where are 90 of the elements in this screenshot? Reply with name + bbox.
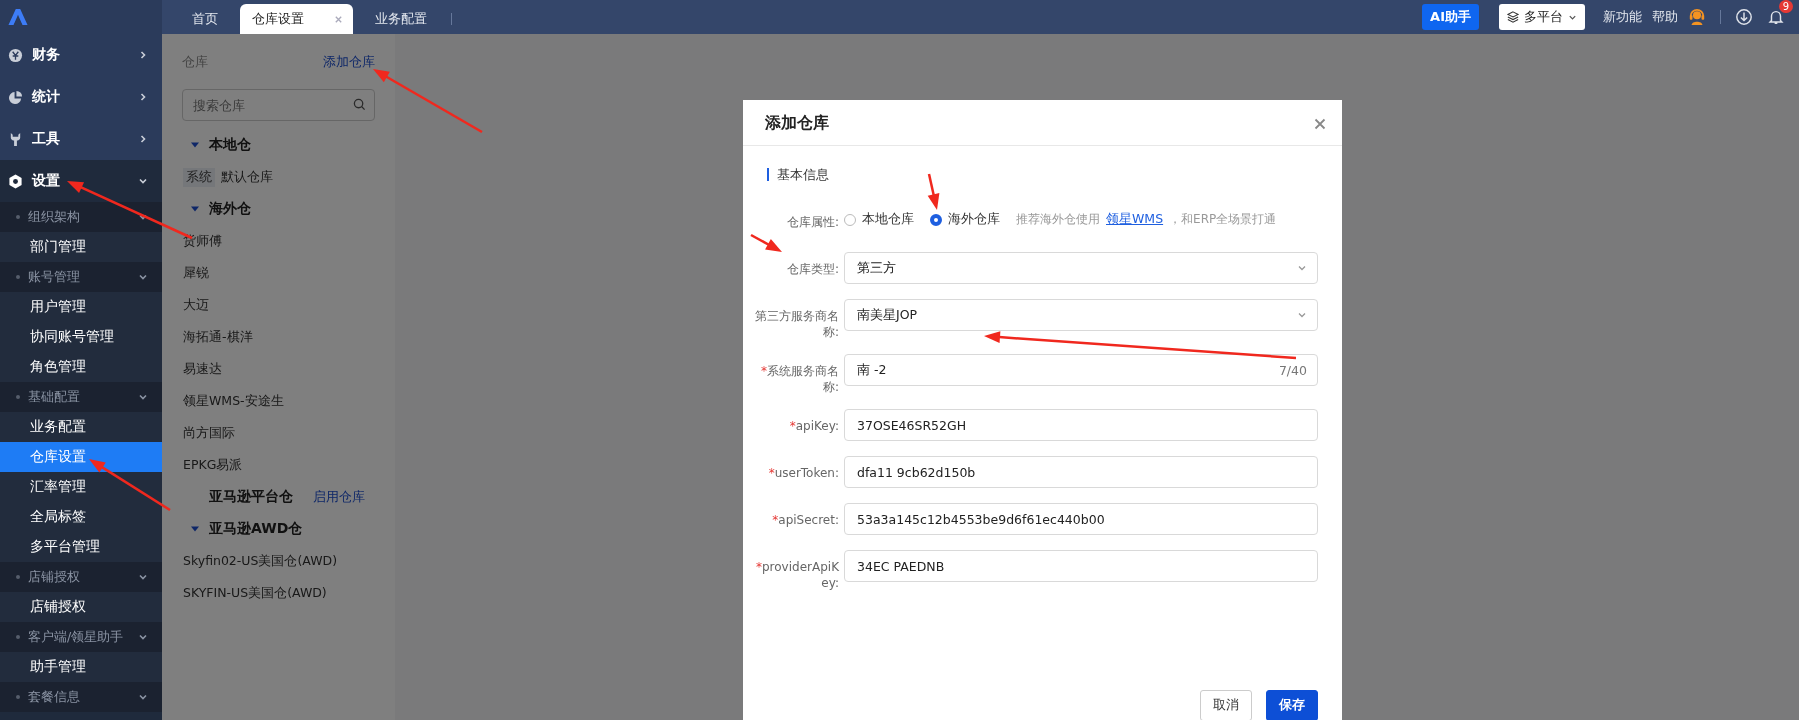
chevron-icon [138, 572, 148, 582]
triangle-icon[interactable] [190, 524, 200, 534]
annotation-arrow [927, 173, 940, 210]
wms-link[interactable]: 领星WMS [1106, 211, 1164, 228]
platform-select[interactable]: 多平台 [1499, 4, 1585, 30]
nav-item[interactable]: 工具 [0, 118, 162, 160]
select-field[interactable]: 南美星JOP [844, 299, 1318, 331]
tab[interactable]: 业务配置 [353, 4, 449, 34]
ai-assistant-button[interactable]: AI助手 [1422, 4, 1479, 30]
input-field[interactable]: dfa11 9cb62d150b [844, 456, 1318, 488]
download-icon[interactable] [1735, 8, 1753, 26]
tree-group-label[interactable]: 亚马逊平台仓 [209, 488, 293, 506]
tree-group-label[interactable]: 亚马逊AWD仓 [209, 520, 303, 538]
header-link[interactable]: 帮助 [1652, 8, 1678, 26]
hint-text: ，和ERP全场景打通 [1169, 211, 1277, 228]
warehouse-item[interactable]: 海拓通-棋洋 [183, 328, 253, 346]
tree-group-label[interactable]: 海外仓 [209, 200, 251, 218]
field-label: *providerApiKey: [755, 559, 839, 591]
notification-badge: 9 [1778, 0, 1793, 13]
cancel-button[interactable]: 取消 [1200, 690, 1252, 720]
field-label: *apiKey: [788, 418, 839, 434]
field-label: 仓库类型: [785, 261, 839, 277]
field-label: 第三方服务商名称: [755, 308, 839, 340]
layers-icon [1507, 11, 1519, 23]
menu-item[interactable]: 仓库设置 [0, 442, 162, 472]
wrench-icon [8, 131, 23, 147]
nav-item[interactable]: 统计 [0, 76, 162, 118]
warehouse-item[interactable]: 尚方国际 [183, 424, 235, 442]
warehouse-item[interactable]: 领星WMS-安途生 [183, 392, 284, 410]
tab[interactable]: 首页 [170, 4, 240, 34]
header-link[interactable]: 新功能 [1603, 8, 1642, 26]
annotation-arrow [750, 233, 782, 252]
headset-icon[interactable] [1688, 8, 1706, 26]
input-field[interactable]: 34EC PAEDNB [844, 550, 1318, 582]
add-warehouse-link[interactable]: 添加仓库 [323, 54, 375, 71]
triangle-icon[interactable] [190, 204, 200, 214]
field-label: *系统服务商名称: [760, 363, 839, 395]
chevron-icon [138, 392, 148, 402]
warehouse-item[interactable]: 易速达 [183, 360, 222, 378]
chevron-icon [138, 176, 148, 186]
menu-group[interactable]: 账号管理 [0, 262, 162, 292]
radio-option[interactable]: 海外仓库 [930, 211, 1000, 228]
pie-chart-icon [8, 89, 23, 105]
triangle-icon[interactable] [190, 140, 200, 150]
radio-option[interactable]: 本地仓库 [844, 211, 914, 228]
chevron-icon [138, 50, 148, 60]
chevron-icon [138, 632, 148, 642]
input-field[interactable]: 南 -2 7/40 [844, 354, 1318, 386]
warehouse-item[interactable]: 犀锐 [183, 264, 209, 282]
enable-warehouse-link[interactable]: 启用仓库 [313, 488, 365, 506]
panel-title: 仓库 [182, 54, 208, 71]
menu-group[interactable]: 客户端/领星助手 [0, 622, 162, 652]
hint-text: 推荐海外仓使用 [1016, 211, 1100, 228]
menu-group[interactable]: 套餐信息 [0, 682, 162, 712]
bell-icon[interactable] [1767, 8, 1785, 26]
search-icon [353, 98, 366, 111]
logo-icon [7, 7, 29, 27]
settings-icon [8, 173, 23, 189]
dialog-title: 添加仓库 [765, 113, 829, 134]
close-icon[interactable] [1314, 117, 1326, 130]
tab[interactable]: 仓库设置 [240, 4, 353, 34]
menu-group[interactable]: 基础配置 [0, 382, 162, 412]
section-title: 基本信息 [767, 168, 1318, 181]
char-counter: 7/40 [1278, 362, 1307, 378]
field-label: *apiSecret: [771, 512, 839, 528]
close-icon[interactable] [334, 14, 343, 24]
chevron-icon [138, 692, 148, 702]
warehouse-item[interactable]: EPKG易派 [183, 456, 243, 474]
chevron-icon [138, 92, 148, 102]
select-field[interactable]: 第三方 [844, 252, 1318, 284]
chevron-icon [138, 134, 148, 144]
warehouse-item[interactable]: SKYFIN-US美国仓(AWD) [183, 584, 327, 602]
search-field[interactable]: 搜索仓库 [182, 89, 375, 121]
caret-icon [1297, 310, 1307, 320]
input-field[interactable]: 37OSE46SR52GH [844, 409, 1318, 441]
save-button[interactable]: 保存 [1266, 690, 1318, 720]
menu-group[interactable]: 组织架构 [0, 202, 162, 232]
tree-group-label[interactable]: 本地仓 [209, 136, 251, 154]
warehouse-item[interactable]: 大迈 [183, 296, 209, 314]
system-tag: 系统 [183, 167, 215, 187]
nav-item[interactable]: 财务 [0, 34, 162, 76]
input-field[interactable]: 53a3a145c12b4553be9d6f61ec440b00 [844, 503, 1318, 535]
warehouse-item[interactable]: Skyfin02-US美国仓(AWD) [183, 552, 338, 570]
chevron-icon [138, 272, 148, 282]
caret-icon [1297, 263, 1307, 273]
field-label: 仓库属性: [785, 214, 839, 230]
field-label: *userToken: [767, 465, 839, 481]
warehouse-item[interactable]: 默认仓库 [221, 168, 273, 186]
coin-icon [8, 47, 23, 63]
menu-group[interactable]: 店铺授权 [0, 562, 162, 592]
